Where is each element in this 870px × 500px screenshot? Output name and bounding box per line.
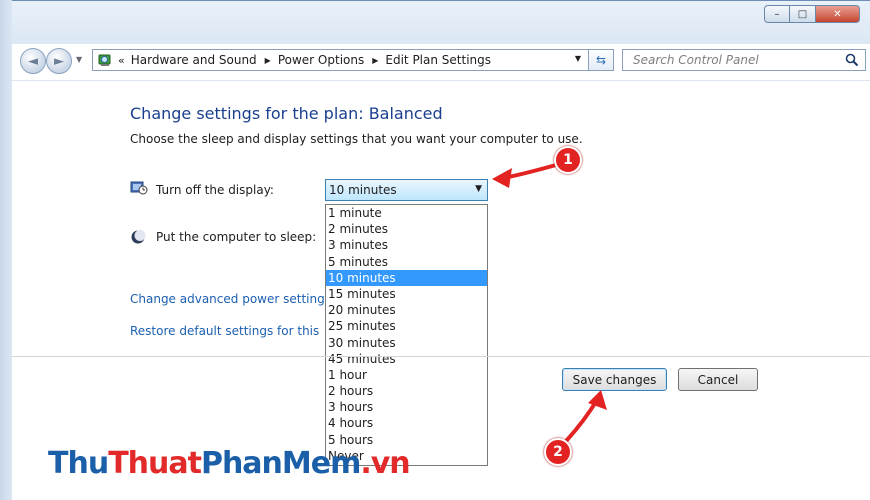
content-top-border <box>12 80 870 81</box>
option-item[interactable]: 30 minutes <box>326 335 487 351</box>
watermark-part-3: PhanMem <box>200 446 361 481</box>
back-arrow-icon: ◄ <box>28 53 38 69</box>
watermark-part-4: .vn <box>360 446 410 481</box>
watermark: ThuThuatPhanMem.vn <box>48 446 411 481</box>
window-frame-left <box>0 0 12 500</box>
option-item[interactable]: 1 hour <box>326 367 487 383</box>
display-timeout-options[interactable]: 1 minute 2 minutes 3 minutes 5 minutes 10 mi… <box>325 204 488 466</box>
control-panel-window: – □ ✕ ◄ ► ▼ « Hardware and Sound ▶ Power … <box>0 0 870 500</box>
option-item[interactable]: 20 minutes <box>326 302 487 318</box>
close-button[interactable]: ✕ <box>816 5 860 23</box>
watermark-part-1: Thu <box>48 446 109 481</box>
search-box[interactable] <box>622 49 866 71</box>
option-item[interactable]: 10 minutes <box>326 269 487 286</box>
forward-button[interactable]: ► <box>46 48 72 74</box>
option-item[interactable]: 25 minutes <box>326 318 487 334</box>
display-timeout-select[interactable]: 10 minutes ▼ <box>325 179 488 201</box>
sleep-timeout-label: Put the computer to sleep: <box>156 230 317 244</box>
footer-divider <box>12 356 870 357</box>
breadcrumb-power-options[interactable]: Power Options ▶ <box>278 53 386 67</box>
refresh-icon: ⇆ <box>595 53 607 67</box>
breadcrumb-hardware-and-sound[interactable]: Hardware and Sound ▶ <box>131 53 278 67</box>
option-item[interactable]: 3 minutes <box>326 237 487 253</box>
breadcrumb-separator-icon[interactable]: ▶ <box>372 56 378 65</box>
display-timeout-label: Turn off the display: <box>156 183 274 197</box>
watermark-part-2: Thuat <box>108 446 202 481</box>
save-changes-button[interactable]: Save changes <box>562 368 667 391</box>
moon-sleep-icon <box>130 229 146 248</box>
page-subtitle: Choose the sleep and display settings th… <box>130 132 583 146</box>
window-controls: – □ ✕ <box>764 5 860 23</box>
restore-default-settings-link[interactable]: Restore default settings for this plan <box>130 324 324 338</box>
back-button[interactable]: ◄ <box>20 48 46 74</box>
breadcrumb-edit-plan-settings[interactable]: Edit Plan Settings <box>385 53 491 67</box>
minimize-button[interactable]: – <box>764 5 790 23</box>
change-advanced-power-settings-link[interactable]: Change advanced power settings <box>130 292 324 306</box>
annotation-badge-2: 2 <box>544 438 572 466</box>
option-item[interactable]: 2 hours <box>326 383 487 399</box>
maximize-button[interactable]: □ <box>790 5 816 23</box>
display-timeout-value: 10 minutes <box>329 183 397 197</box>
title-bar <box>0 0 870 44</box>
option-item[interactable]: 2 minutes <box>326 221 487 237</box>
breadcrumb-overflow[interactable]: « <box>118 54 125 67</box>
control-panel-icon <box>96 52 114 68</box>
search-input[interactable] <box>631 52 855 68</box>
monitor-icon <box>130 180 148 199</box>
option-item[interactable]: 45 minutes <box>326 351 487 367</box>
dropdown-arrow-icon[interactable]: ▼ <box>475 184 482 194</box>
option-item[interactable]: 15 minutes <box>326 286 487 302</box>
cancel-button[interactable]: Cancel <box>678 368 758 391</box>
address-dropdown-icon[interactable]: ▼ <box>575 54 581 63</box>
option-item[interactable]: 1 minute <box>326 205 487 221</box>
address-bar[interactable]: « Hardware and Sound ▶ Power Options ▶ Edi… <box>92 49 614 71</box>
page-title: Change settings for the plan: Balanced <box>130 104 443 123</box>
navigation-bar: ◄ ► ▼ « Hardware and Sound ▶ Power Option… <box>18 47 868 75</box>
recent-pages-dropdown-icon[interactable]: ▼ <box>76 55 82 64</box>
forward-arrow-icon: ► <box>54 53 64 69</box>
option-item[interactable]: 4 hours <box>326 415 487 431</box>
window-frame-top <box>0 0 870 1</box>
breadcrumb-separator-icon[interactable]: ▶ <box>265 56 271 65</box>
annotation-badge-1: 1 <box>554 146 582 174</box>
annotation-arrow-1 <box>492 163 558 188</box>
refresh-button[interactable]: ⇆ <box>588 49 614 71</box>
search-icon[interactable] <box>845 53 859 70</box>
annotation-arrow-2 <box>565 390 607 442</box>
option-item[interactable]: 3 hours <box>326 399 487 415</box>
option-item[interactable]: 5 minutes <box>326 254 487 270</box>
